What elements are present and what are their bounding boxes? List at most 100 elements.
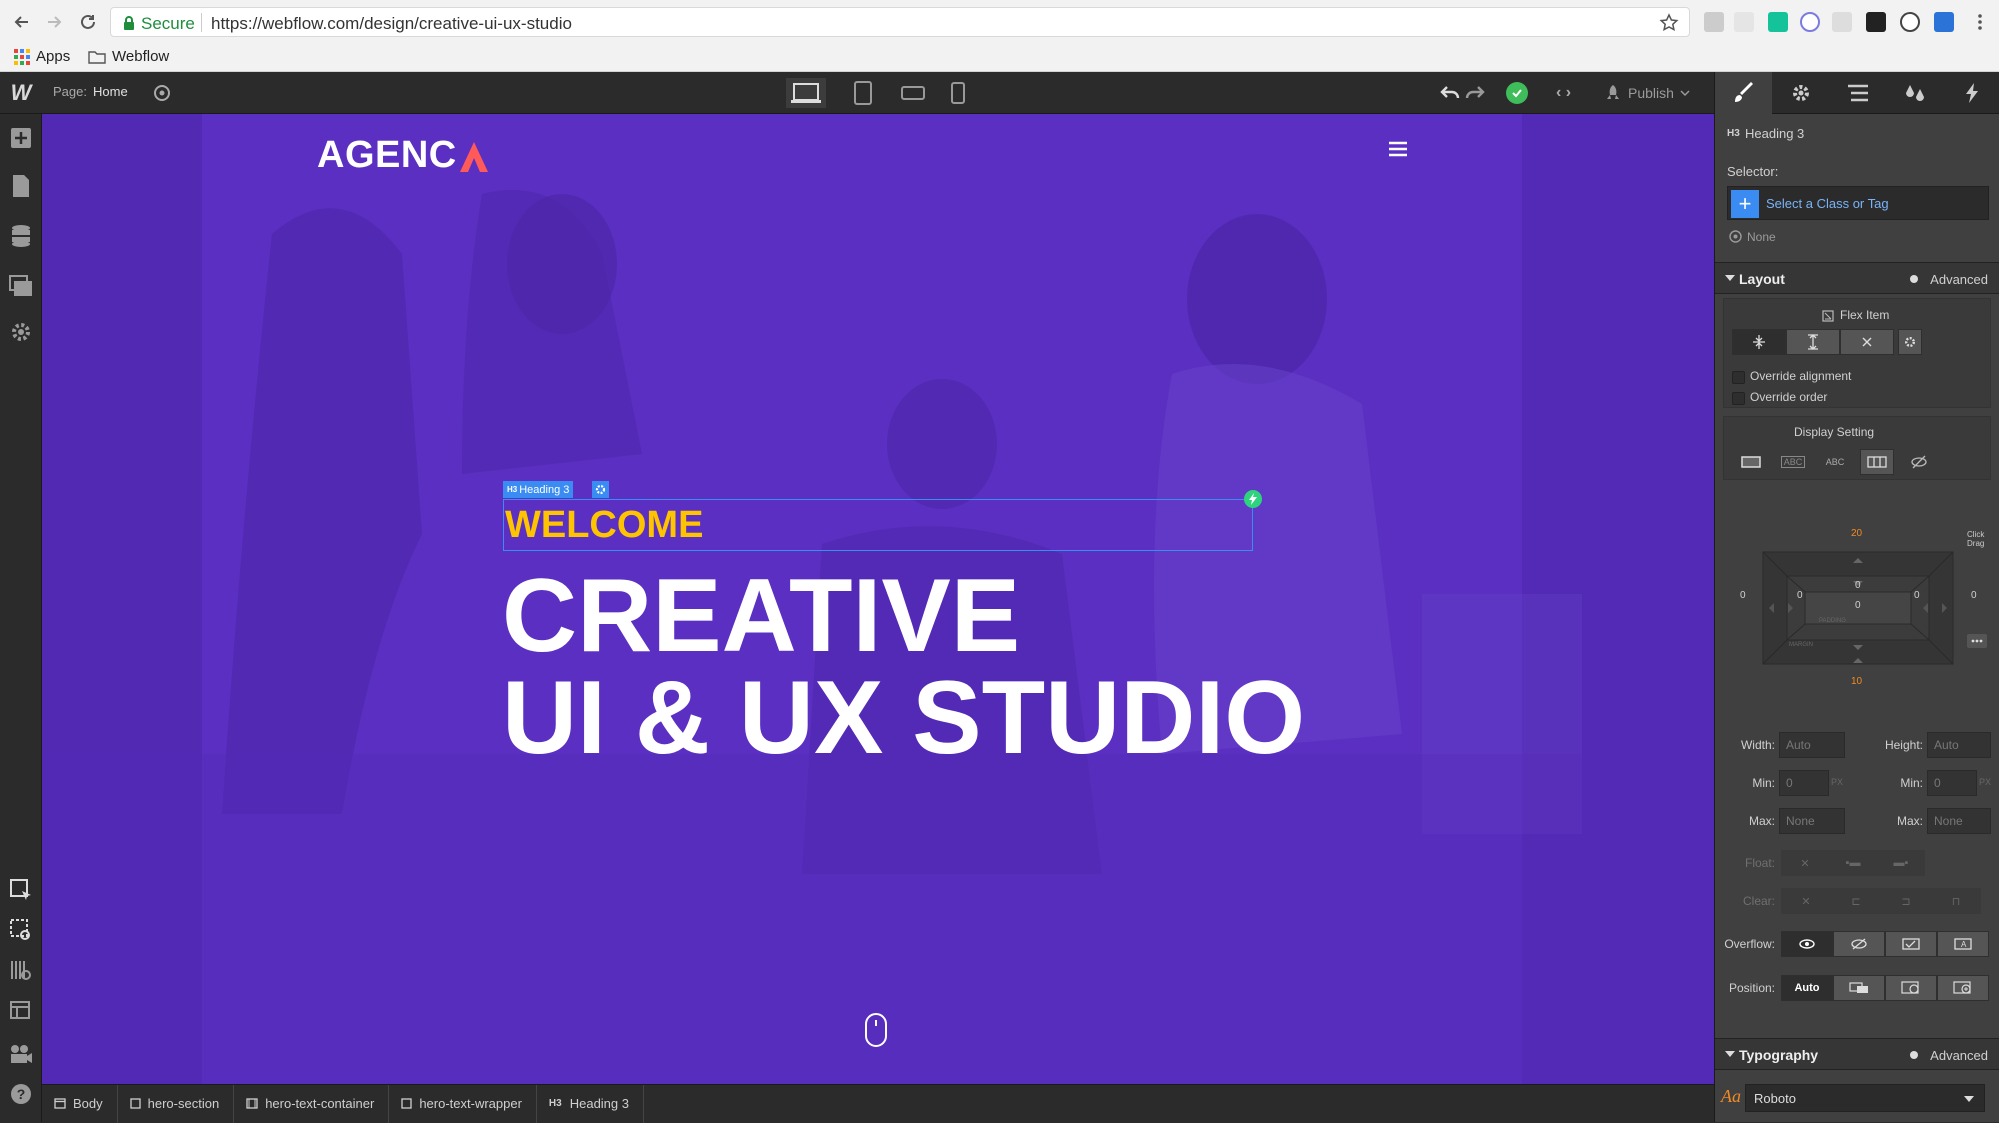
address-bar[interactable]: Secure https://webflow.com/design/creati… xyxy=(110,7,1690,37)
width-input[interactable]: Auto xyxy=(1779,732,1845,758)
grammarly-extension-icon[interactable] xyxy=(1768,12,1788,32)
pages-icon[interactable] xyxy=(9,174,33,198)
page-selector[interactable]: Home xyxy=(93,84,128,99)
preview-eye-icon[interactable] xyxy=(152,83,172,103)
palette-extension-icon[interactable] xyxy=(1866,12,1886,32)
design-canvas[interactable]: AGENC H3 Heading 3 WELCOME CREATIVE UI &… xyxy=(42,114,1714,1084)
publish-button[interactable]: Publish xyxy=(1604,81,1690,105)
padding-left-value[interactable]: 0 xyxy=(1797,590,1803,601)
layout-advanced-label[interactable]: Advanced xyxy=(1930,272,1988,287)
more-options-dots-icon[interactable] xyxy=(1967,634,1987,648)
breadcrumb-item-body[interactable]: Body xyxy=(42,1084,118,1123)
padding-top-value[interactable]: 0 xyxy=(1855,580,1861,591)
preview-layout-icon[interactable] xyxy=(9,1000,33,1024)
font-family-select[interactable]: Roboto xyxy=(1745,1084,1985,1112)
xray-icon[interactable] xyxy=(9,958,33,982)
padding-bottom-value[interactable]: 0 xyxy=(1855,600,1861,611)
tab-style[interactable] xyxy=(1715,72,1772,114)
breadcrumb-item-heading-3[interactable]: H3 Heading 3 xyxy=(537,1084,644,1123)
add-class-plus-icon[interactable]: + xyxy=(1731,190,1759,218)
box-model-editor[interactable]: 20 10 0 0 0 0 0 0 PADDING MARGIN Click D… xyxy=(1727,528,1989,687)
cms-database-icon[interactable] xyxy=(9,224,33,248)
override-alignment-checkbox[interactable] xyxy=(1732,371,1745,384)
hero-heading-line1[interactable]: CREATIVE xyxy=(502,564,1020,668)
display-block-button[interactable] xyxy=(1732,449,1770,475)
min-width-input[interactable]: 0 xyxy=(1779,770,1829,796)
welcome-heading[interactable]: WELCOME xyxy=(505,500,703,550)
reload-icon[interactable] xyxy=(76,10,100,34)
position-absolute-icon[interactable] xyxy=(1885,975,1937,1001)
margin-bottom-value[interactable]: 10 xyxy=(1851,676,1862,687)
min-height-unit[interactable]: PX xyxy=(1979,777,1991,787)
advanced-toggle-dot[interactable] xyxy=(1910,1051,1918,1059)
padding-right-value[interactable]: 0 xyxy=(1914,590,1920,601)
forward-arrow-icon[interactable] xyxy=(42,10,66,34)
typography-advanced-label[interactable]: Advanced xyxy=(1930,1048,1988,1063)
add-panel-icon[interactable] xyxy=(9,126,33,150)
overflow-hidden-icon[interactable] xyxy=(1833,931,1885,957)
agency-logo[interactable]: AGENC xyxy=(317,134,491,177)
float-right-icon[interactable]: ▬▪ xyxy=(1877,850,1925,876)
overflow-scroll-icon[interactable] xyxy=(1885,931,1937,957)
margin-top-value[interactable]: 20 xyxy=(1851,528,1862,539)
breadcrumb-item-hero-text-wrapper[interactable]: hero-text-wrapper xyxy=(389,1084,537,1123)
url-text[interactable]: https://webflow.com/design/creative-ui-u… xyxy=(211,14,572,34)
typography-section-header[interactable]: Typography Advanced xyxy=(1715,1038,1999,1070)
shrink-button[interactable] xyxy=(1732,329,1786,355)
settings-gear-icon[interactable] xyxy=(9,320,33,344)
circle-extension-icon[interactable] xyxy=(1800,12,1820,32)
max-height-input[interactable]: None xyxy=(1927,808,1991,834)
breadcrumb-item-hero-text-container[interactable]: hero-text-container xyxy=(234,1084,390,1123)
scroll-mouse-icon[interactable] xyxy=(864,1012,888,1048)
flex-custom-gear-icon[interactable] xyxy=(1898,329,1922,355)
position-fixed-icon[interactable] xyxy=(1937,975,1989,1001)
info-extension-icon[interactable] xyxy=(1900,12,1920,32)
override-order-checkbox[interactable] xyxy=(1732,392,1745,405)
position-auto-button[interactable]: Auto xyxy=(1781,975,1833,1001)
advanced-toggle-dot[interactable] xyxy=(1910,275,1918,283)
extension-icon[interactable] xyxy=(1734,12,1754,32)
redo-icon[interactable] xyxy=(1465,84,1485,102)
tab-settings[interactable] xyxy=(1772,72,1829,114)
tab-interactions[interactable] xyxy=(1943,72,1999,114)
menu-dots-icon[interactable] xyxy=(1970,12,1990,32)
margin-left-value[interactable]: 0 xyxy=(1740,590,1746,601)
min-width-unit[interactable]: PX xyxy=(1831,777,1843,787)
max-width-input[interactable]: None xyxy=(1779,808,1845,834)
help-icon[interactable]: ? xyxy=(9,1082,33,1106)
desktop-breakpoint-icon[interactable] xyxy=(786,78,826,108)
webflow-logo-icon[interactable]: W xyxy=(0,72,42,114)
clear-both-icon[interactable]: ⊓ xyxy=(1931,888,1981,914)
selector-input[interactable]: + Select a Class or Tag xyxy=(1727,186,1989,220)
clear-left-icon[interactable]: ⊏ xyxy=(1831,888,1881,914)
video-tutorials-icon[interactable] xyxy=(9,1042,33,1066)
overflow-visible-eye-icon[interactable] xyxy=(1781,931,1833,957)
screen-extension-icon[interactable] xyxy=(1832,12,1852,32)
mobile-landscape-breakpoint-icon[interactable] xyxy=(896,78,930,108)
assets-images-icon[interactable] xyxy=(9,274,33,298)
element-settings-gear-icon[interactable] xyxy=(592,481,609,498)
margin-right-value[interactable]: 0 xyxy=(1971,590,1977,601)
display-flex-button[interactable] xyxy=(1860,449,1894,475)
position-relative-icon[interactable] xyxy=(1833,975,1885,1001)
hamburger-menu-icon[interactable] xyxy=(1388,141,1408,157)
overflow-auto-icon[interactable]: A xyxy=(1937,931,1989,957)
clear-right-icon[interactable]: ⊐ xyxy=(1881,888,1931,914)
min-height-input[interactable]: 0 xyxy=(1927,770,1977,796)
shield-extension-icon[interactable] xyxy=(1704,12,1724,32)
grow-button[interactable] xyxy=(1786,329,1840,355)
display-inline-block-button[interactable]: ABC xyxy=(1774,449,1812,475)
height-input[interactable]: Auto xyxy=(1927,732,1991,758)
clear-none-icon[interactable]: ✕ xyxy=(1781,888,1831,914)
star-icon[interactable] xyxy=(1659,13,1679,33)
display-inline-button[interactable]: ABC xyxy=(1816,449,1854,475)
interaction-lightning-icon[interactable] xyxy=(1244,490,1262,508)
bookmark-webflow[interactable]: Webflow xyxy=(88,48,169,65)
tab-swatches[interactable] xyxy=(1886,72,1943,114)
mobile-portrait-breakpoint-icon[interactable] xyxy=(946,78,970,108)
show-edges-icon[interactable] xyxy=(9,918,33,942)
bookmark-apps[interactable]: Apps xyxy=(14,48,70,65)
breadcrumb-item-hero-section[interactable]: hero-section xyxy=(118,1084,235,1123)
float-none-icon[interactable]: ✕ xyxy=(1781,850,1829,876)
undo-icon[interactable] xyxy=(1440,84,1460,102)
